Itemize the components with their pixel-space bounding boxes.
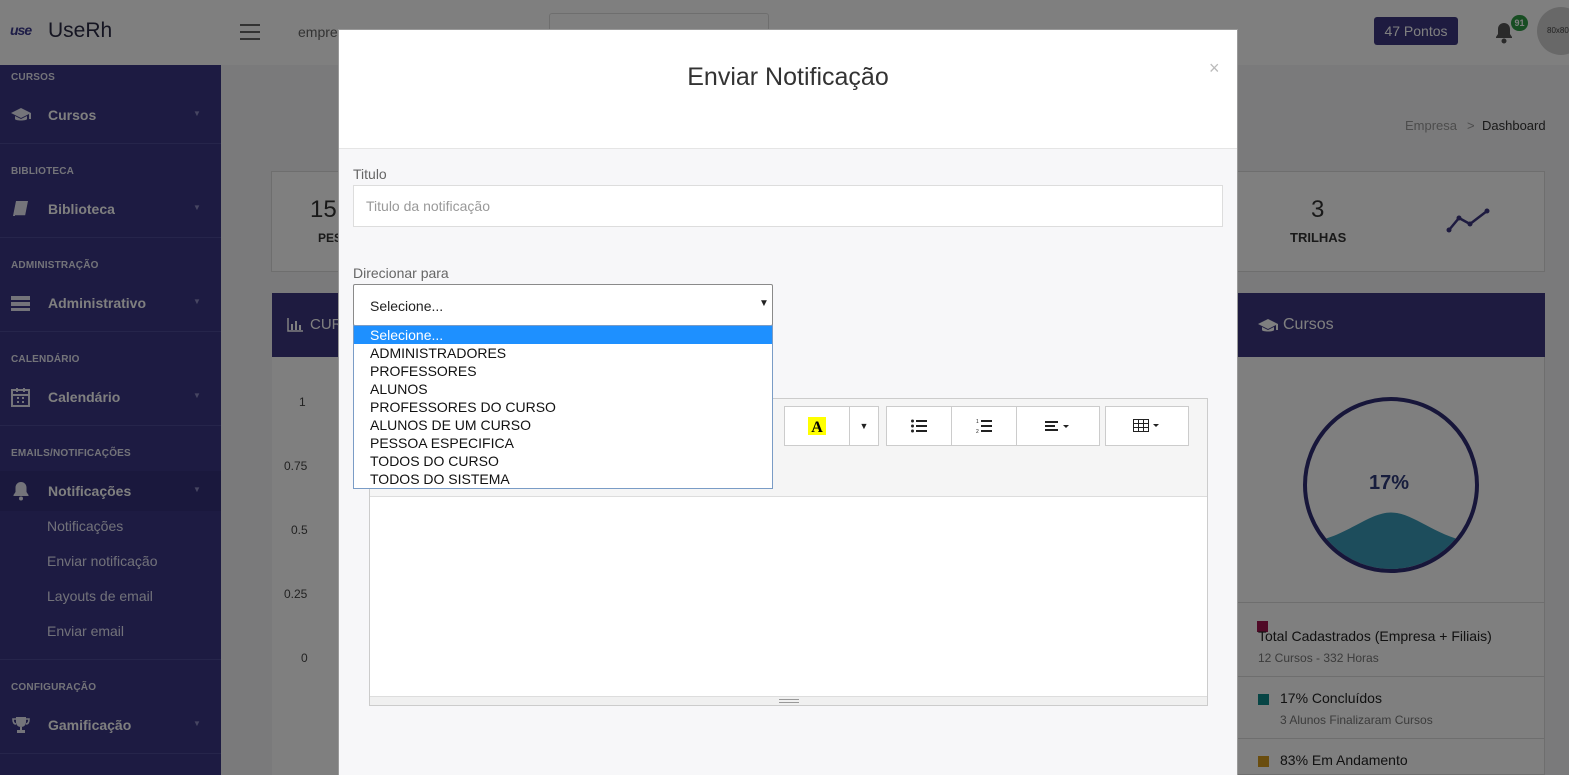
dropdown-caret-icon: ▼: [859, 421, 869, 431]
editor-content-area[interactable]: [370, 498, 1207, 696]
close-icon[interactable]: ×: [1209, 58, 1220, 79]
unordered-list-button[interactable]: [886, 406, 952, 446]
direcionar-label: Direcionar para: [353, 265, 449, 281]
align-icon: [1045, 421, 1069, 431]
editor-resize-handle[interactable]: [370, 696, 1207, 705]
font-color-button[interactable]: A: [784, 406, 850, 446]
dropdown-option[interactable]: ADMINISTRADORES: [354, 344, 772, 362]
titulo-input[interactable]: [353, 185, 1223, 227]
dropdown-option[interactable]: ALUNOS: [354, 380, 772, 398]
font-color-dropdown[interactable]: ▼: [849, 406, 879, 446]
direcionar-select[interactable]: Selecione... ▼: [353, 284, 773, 326]
chevron-down-icon: ▼: [759, 298, 769, 309]
ordered-list-button[interactable]: 12: [951, 406, 1017, 446]
select-value: Selecione...: [370, 298, 444, 314]
align-button[interactable]: [1016, 406, 1100, 446]
ordered-list-icon: 12: [976, 419, 992, 434]
dropdown-option[interactable]: PESSOA ESPECIFICA: [354, 434, 772, 452]
dropdown-option[interactable]: PROFESSORES DO CURSO: [354, 398, 772, 416]
direcionar-dropdown-list: Selecione... ADMINISTRADORES PROFESSORES…: [353, 325, 773, 489]
svg-text:A: A: [811, 419, 823, 435]
modal-title: Enviar Notificação: [687, 63, 889, 91]
table-button[interactable]: [1105, 406, 1189, 446]
svg-text:1: 1: [976, 419, 979, 425]
dropdown-option[interactable]: PROFESSORES: [354, 362, 772, 380]
titulo-label: Titulo: [353, 166, 387, 182]
font-color-icon: A: [808, 417, 826, 435]
dropdown-option[interactable]: ALUNOS DE UM CURSO: [354, 416, 772, 434]
dropdown-option[interactable]: Selecione...: [354, 326, 772, 344]
modal-header: Enviar Notificação ×: [339, 30, 1237, 149]
svg-text:2: 2: [976, 429, 979, 434]
dropdown-option[interactable]: TODOS DO SISTEMA: [354, 470, 772, 488]
dropdown-option[interactable]: TODOS DO CURSO: [354, 452, 772, 470]
table-icon: [1133, 419, 1159, 432]
unordered-list-icon: [911, 419, 927, 433]
